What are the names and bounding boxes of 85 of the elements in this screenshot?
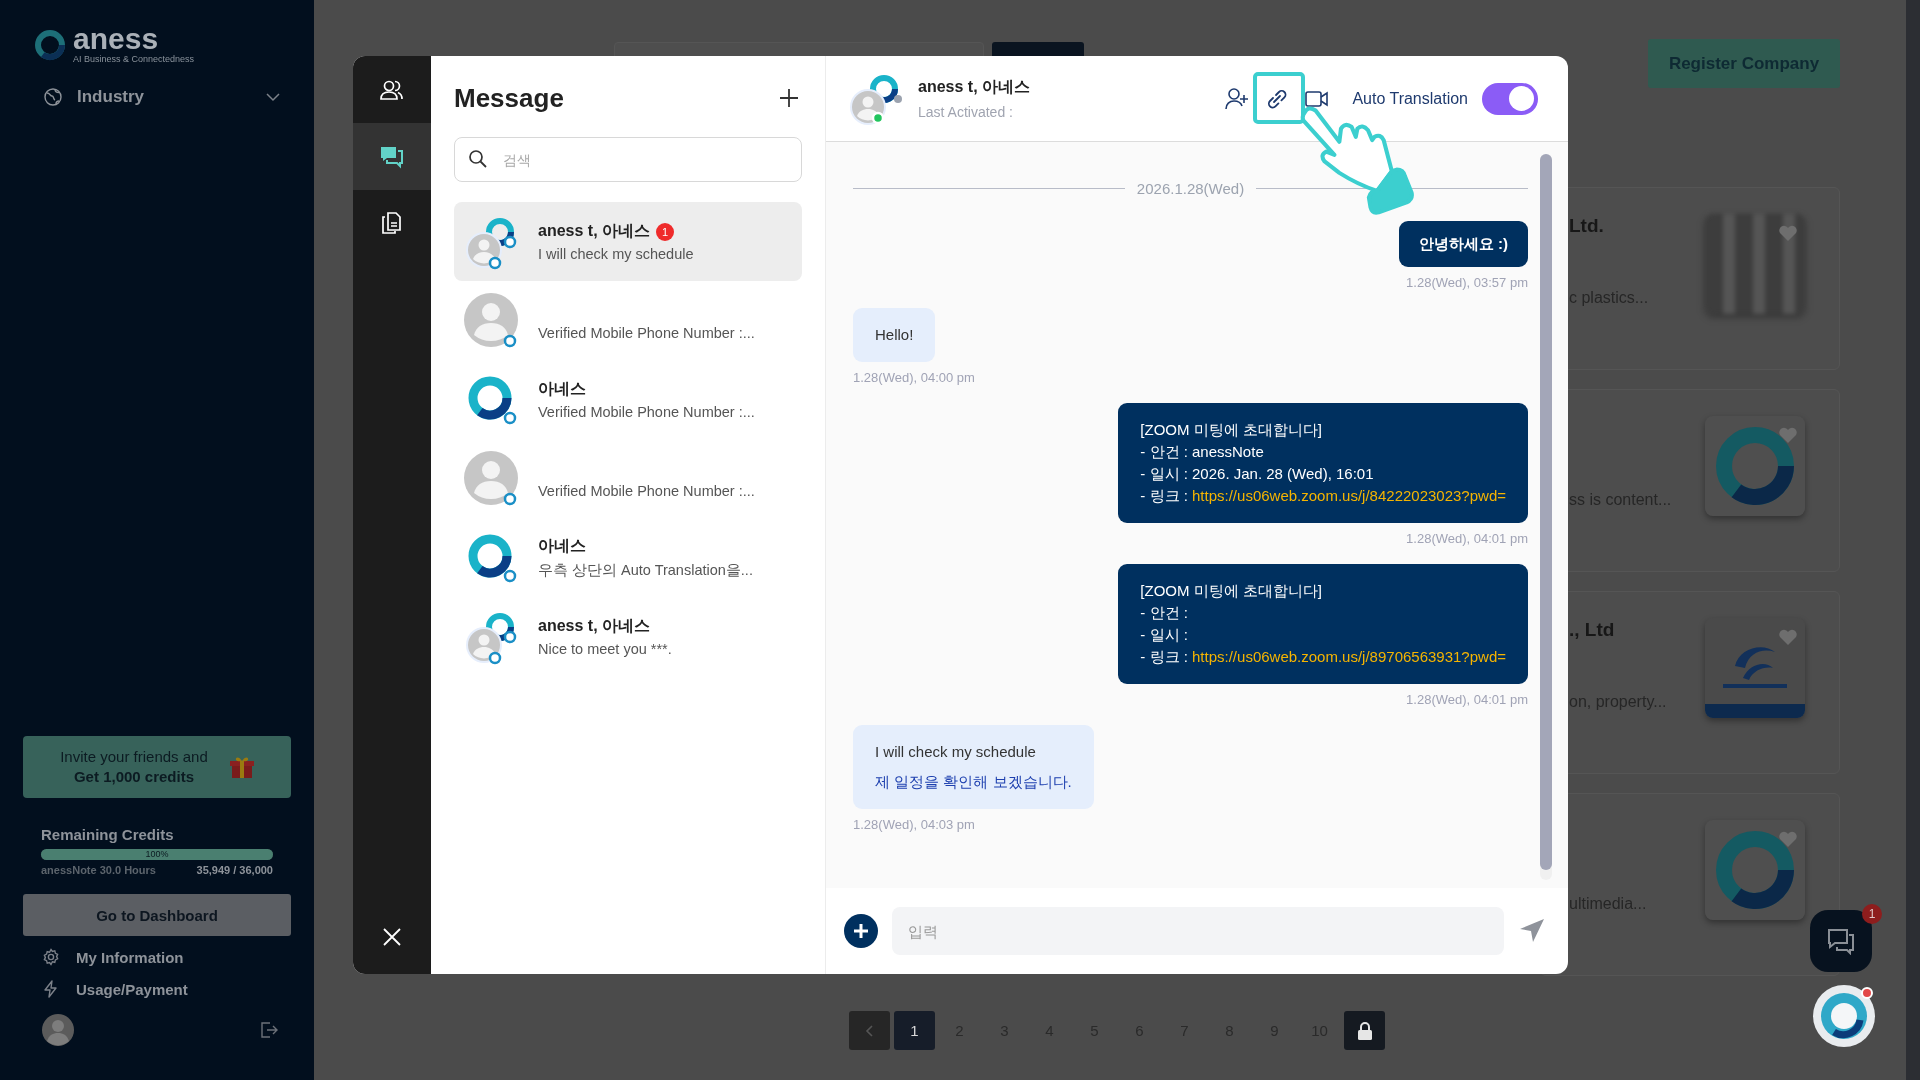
gift-icon [229, 755, 254, 779]
conversation-item[interactable]: aness t, 아네스 Nice to meet you ***. [454, 597, 802, 676]
contact-name: aness t, 아네스 [538, 221, 651, 241]
user-avatar[interactable] [42, 1014, 74, 1046]
person-avatar [466, 626, 502, 663]
contact-name: aness t, 아네스 [918, 77, 1031, 97]
logo-avatar [468, 534, 512, 577]
message-text: - 링크 : [1140, 648, 1189, 665]
conversation-item[interactable]: 아네스 우측 상단의 Auto Translation을... [454, 518, 802, 597]
message-time: 1.28(Wed), 04:01 pm [1406, 531, 1528, 546]
nav-link[interactable]: My Information [23, 946, 291, 968]
scrollbar-thumb[interactable] [1540, 154, 1552, 870]
close-icon[interactable] [381, 926, 403, 948]
status-dot [503, 630, 517, 643]
conversation-item[interactable]: 아네스 Verified Mobile Phone Number :... [454, 360, 802, 439]
message-text: [ZOOM 미팅에 초대합니다] [1140, 581, 1323, 601]
conversation-item[interactable]: aness t, 아네스 1 I will check my schedule [454, 202, 802, 281]
unread-badge: 1 [1862, 904, 1882, 924]
message-preview: Verified Mobile Phone Number :... [538, 404, 755, 420]
conversation-item[interactable]: Verified Mobile Phone Number :... [454, 281, 802, 360]
invite-text: Invite your friends and Get 1,000 credits [60, 747, 208, 787]
chat-icon [1827, 927, 1855, 955]
person-avatar [464, 450, 518, 505]
dashboard-button[interactable]: Go to Dashboard [23, 894, 291, 936]
progress-label: 100% [144, 848, 170, 860]
search-field[interactable]: 검색 [454, 137, 802, 182]
chevron-left-icon [863, 1023, 876, 1038]
last-activated-label: Last Activated : [918, 104, 1014, 120]
message-time: 1.28(Wed), 03:57 pm [1406, 275, 1528, 290]
invite-banner[interactable]: Invite your friends and Get 1,000 credits [23, 736, 291, 798]
logo-icon [1820, 992, 1868, 1040]
brand-tagline: AI Business & Connectedness [73, 54, 195, 65]
message-text: [ZOOM 미팅에 초대합니다] [1140, 420, 1323, 440]
message-time: 1.28(Wed), 04:03 pm [853, 817, 975, 832]
message-preview: Verified Mobile Phone Number :... [538, 483, 755, 499]
lock-icon [1355, 1021, 1374, 1040]
auto-translation-label: Auto Translation [1352, 89, 1468, 108]
conversation-item[interactable]: Verified Mobile Phone Number :... [454, 439, 802, 518]
person-avatar [466, 231, 502, 268]
meeting-link[interactable]: https://us06web.zoom.us/j/84222023023?pwd= [1192, 487, 1506, 504]
message-preview: Nice to meet you ***. [538, 641, 672, 657]
add-icon[interactable] [778, 87, 800, 109]
message-text: - 일시 : 2026. Jan. 28 (Wed), 16:01 [1140, 464, 1375, 484]
person-avatar [464, 292, 518, 347]
globe-icon [43, 87, 63, 107]
message-text: - 안건 : anessNote [1140, 442, 1265, 462]
logout-icon[interactable] [259, 1020, 279, 1040]
lock-button[interactable] [1344, 1011, 1385, 1050]
message-text: - 안건 : [1140, 603, 1189, 623]
rail-tab[interactable] [353, 123, 431, 190]
message-text: Hello! [875, 325, 914, 345]
contact-name: 아네스 [538, 535, 586, 556]
contact-name: 아네스 [538, 379, 586, 399]
brand-name: aness [73, 24, 160, 54]
gear-icon [42, 948, 60, 966]
auto-translation-toggle[interactable] [1482, 82, 1538, 115]
message-time: 1.28(Wed), 04:01 pm [1406, 692, 1528, 707]
message-text: - 일시 : [1140, 625, 1189, 645]
add-attachment-icon[interactable] [844, 914, 878, 948]
page-button[interactable]: 1 [894, 1011, 935, 1050]
status-dot [894, 94, 902, 103]
search-icon [468, 149, 488, 169]
date-divider-label: 2026.1.28(Wed) [1136, 180, 1245, 197]
message-text: I will check my schedule [875, 742, 1037, 762]
credits-title: Remaining Credits [41, 826, 175, 843]
translated-text: 제 일정을 확인해 보겠습니다. [875, 772, 1072, 792]
plan-label: anessNote 30.0 Hours [41, 864, 156, 876]
contact-name: aness t, 아네스 [538, 616, 651, 636]
message-preview: I will check my schedule [538, 246, 694, 262]
status-dot [503, 235, 517, 248]
message-preview: 우측 상단의 Auto Translation을... [538, 560, 753, 580]
logo-icon [33, 27, 67, 62]
add-person-icon[interactable] [1224, 85, 1251, 112]
message-time: 1.28(Wed), 04:00 pm [853, 370, 975, 385]
panel-title: Message [454, 82, 564, 114]
nav-link[interactable]: Usage/Payment [23, 978, 291, 1000]
unread-badge: 1 [656, 222, 675, 241]
message-preview: Verified Mobile Phone Number :... [538, 325, 755, 341]
meeting-link[interactable]: https://us06web.zoom.us/j/89706563931?pwd= [1192, 648, 1506, 665]
menu-item[interactable]: Industry [23, 87, 291, 107]
logo-avatar [468, 376, 512, 419]
message-input[interactable]: 입력 [892, 907, 1504, 955]
message-text: 안녕하세요 :) [1418, 234, 1508, 254]
credits-amount: 35,949 / 36,000 [196, 864, 273, 876]
message-text: - 링크 : [1140, 487, 1189, 504]
